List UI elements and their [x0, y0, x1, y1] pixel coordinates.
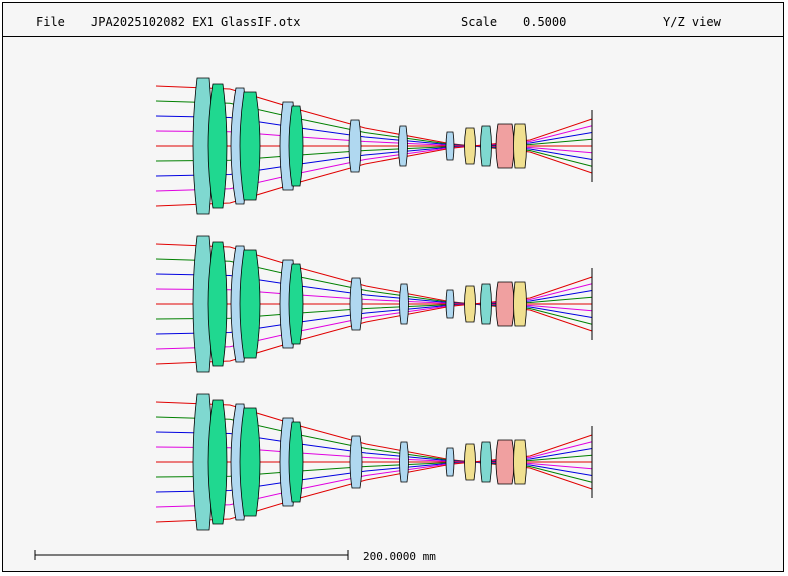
lens-element-0-4 [239, 91, 261, 201]
lens-element-2-13 [513, 439, 527, 485]
lens-element-0-11 [480, 125, 492, 167]
lens-element-1-12 [495, 281, 515, 327]
lens-layout-drawing [34, 77, 593, 560]
lens-element-0-9 [445, 131, 455, 161]
lens-element-2-10 [464, 443, 476, 481]
lens-element-2-11 [480, 441, 492, 483]
lens-element-2-7 [349, 435, 363, 489]
lens-element-1-4 [239, 249, 261, 359]
lens-element-0-7 [348, 119, 362, 173]
lens-element-0-13 [513, 123, 527, 169]
lens-element-0-10 [464, 127, 476, 165]
lens-element-2-8 [399, 441, 409, 483]
lens-element-0-6 [288, 105, 304, 187]
lens-element-2-9 [445, 447, 455, 477]
lens-element-1-13 [513, 281, 527, 327]
lens-element-1-7 [349, 277, 363, 331]
lens-element-2-4 [239, 407, 261, 517]
lens-element-1-10 [464, 285, 476, 323]
lens-element-1-9 [445, 289, 455, 319]
lens-element-1-8 [399, 283, 409, 325]
configuration-1 [155, 77, 593, 215]
configuration-3 [155, 393, 593, 531]
lens-element-0-2 [207, 83, 228, 209]
lens-element-2-12 [495, 439, 515, 485]
configuration-2 [155, 235, 593, 373]
lens-element-0-12 [495, 123, 515, 169]
lens-element-2-6 [288, 421, 304, 503]
lens-element-1-11 [480, 283, 492, 325]
lens-element-1-6 [288, 263, 304, 345]
lens-element-1-2 [207, 241, 228, 367]
scale-bar-label: 200.0000 mm [363, 550, 436, 563]
lens-element-0-8 [398, 125, 408, 167]
lens-element-2-2 [207, 399, 228, 525]
